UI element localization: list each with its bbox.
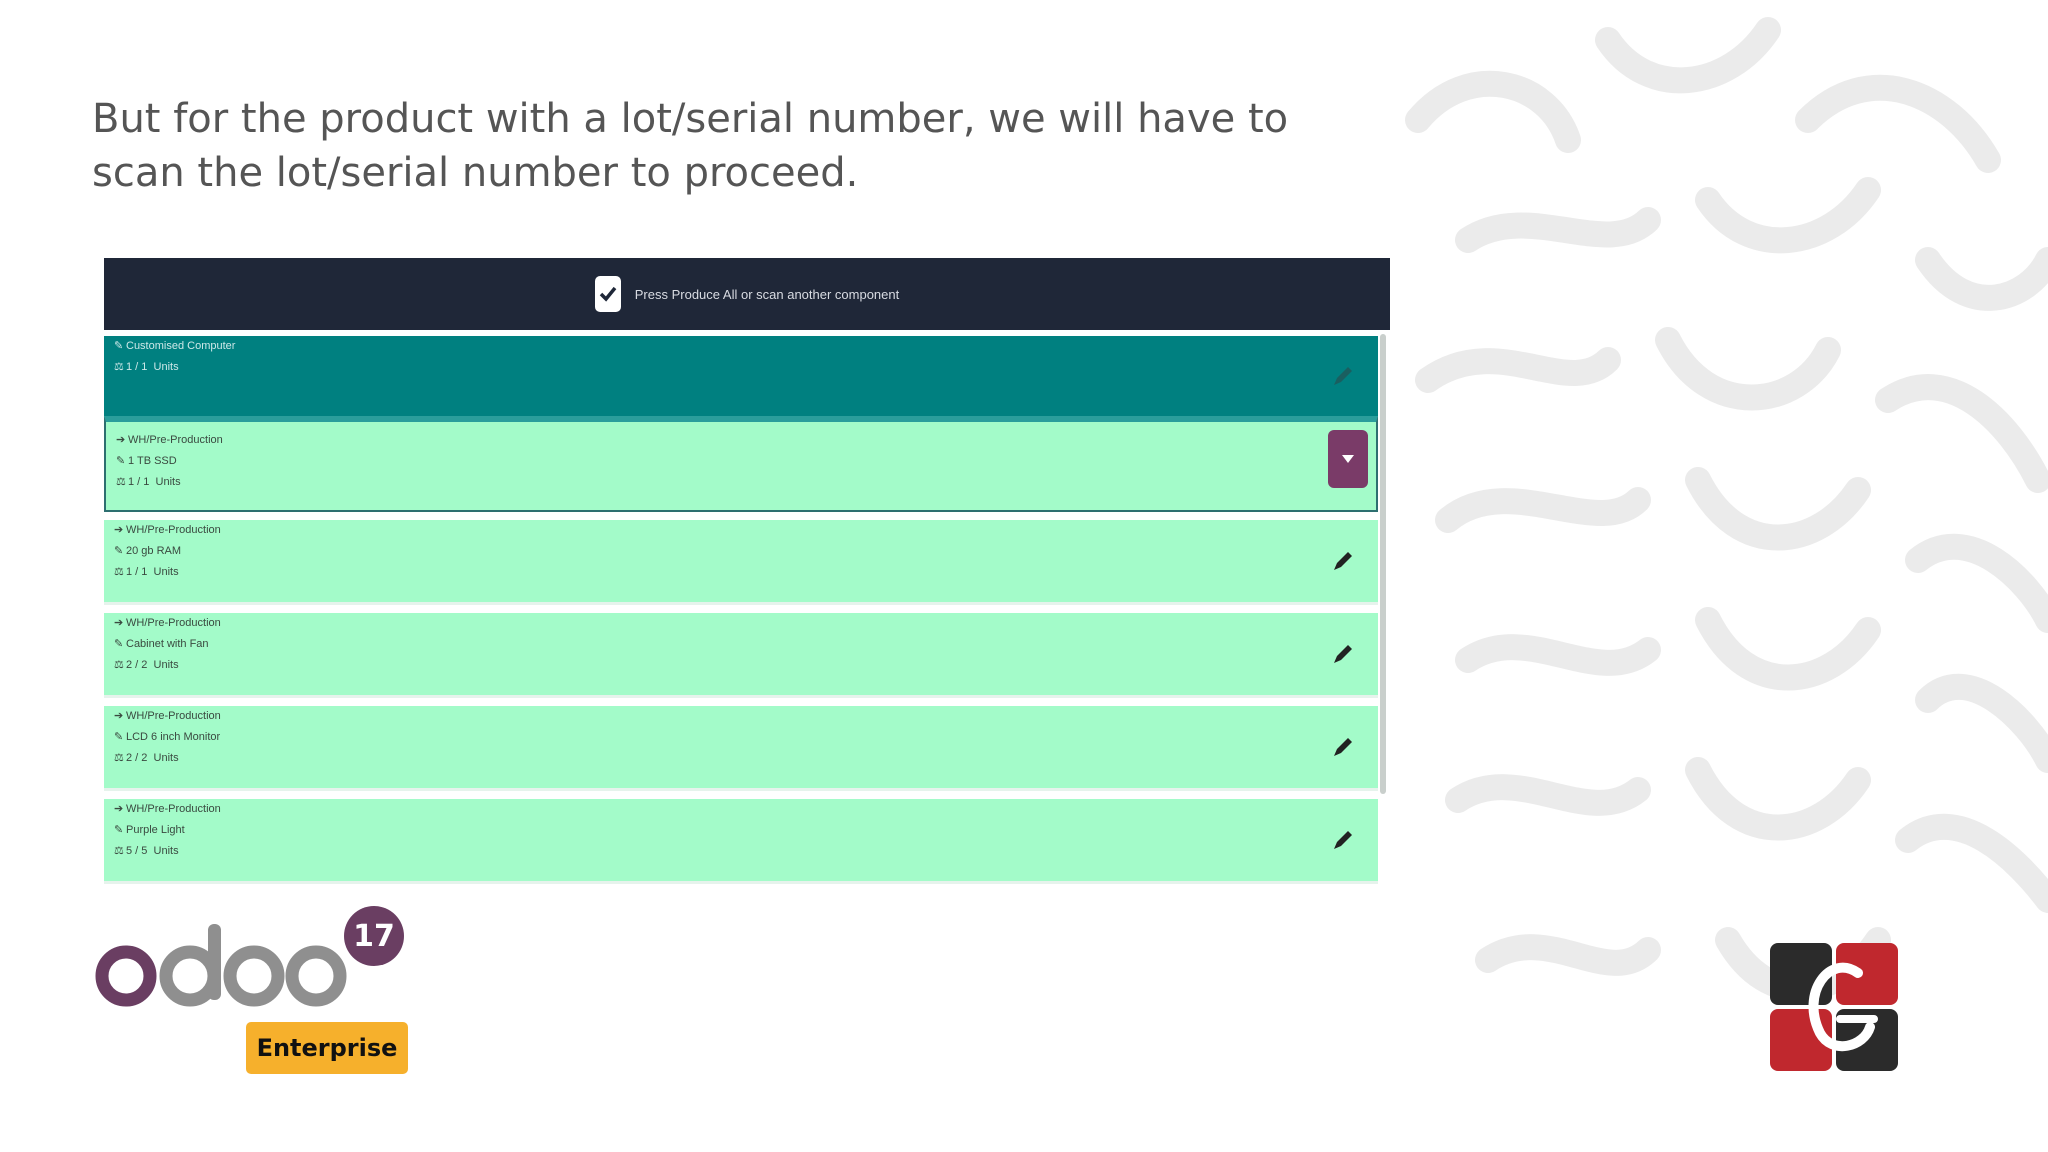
location-icon: ➔ <box>114 803 124 815</box>
quantity-icon: ⚖ <box>116 476 126 488</box>
pencil-icon[interactable] <box>1328 546 1358 576</box>
product-name: Customised Computer <box>126 340 236 352</box>
finished-product-row[interactable]: ✎ Customised Computer ⚖ 1 / 1 Units <box>104 336 1378 416</box>
component-row[interactable]: ➔ WH/Pre-Production ✎ Cabinet with Fan ⚖ 2 … <box>104 613 1378 698</box>
tag-icon: ✎ <box>114 824 124 836</box>
location-icon: ➔ <box>114 524 124 536</box>
component-row[interactable]: ➔ WH/Pre-Production ✎ Purple Light ⚖ 5 / 5 … <box>104 799 1378 884</box>
location-icon: ➔ <box>116 434 126 446</box>
tag-icon: ✎ <box>114 638 124 650</box>
location-icon: ➔ <box>114 710 124 722</box>
version-badge: 17 <box>344 906 404 966</box>
background-pattern <box>1405 17 2048 1002</box>
instruction-bar: Press Produce All or scan another compon… <box>104 258 1390 330</box>
pencil-icon[interactable] <box>1328 732 1358 762</box>
quantity-icon: ⚖ <box>114 361 124 373</box>
product-name: LCD 6 inch Monitor <box>126 731 221 743</box>
location: WH/Pre-Production <box>126 617 221 629</box>
instruction-text: Press Produce All or scan another compon… <box>634 286 900 302</box>
uom: Units <box>153 752 179 764</box>
product-name: Purple Light <box>126 824 185 836</box>
location: WH/Pre-Production <box>126 710 221 722</box>
quantity-icon: ⚖ <box>114 845 124 857</box>
tag-icon: ✎ <box>114 340 124 352</box>
company-logo <box>1770 943 1898 1071</box>
quantity-icon: ⚖ <box>114 659 124 671</box>
caret-down-icon <box>1342 455 1354 463</box>
pencil-icon[interactable] <box>1328 639 1358 669</box>
tag-icon: ✎ <box>114 731 124 743</box>
uom: Units <box>153 845 179 857</box>
edition-badge: Enterprise <box>246 1022 408 1074</box>
tag-icon: ✎ <box>116 455 126 467</box>
uom: Units <box>153 659 179 671</box>
quantity: 2 / 2 <box>126 752 148 764</box>
location: WH/Pre-Production <box>126 524 221 536</box>
slide-caption: But for the product with a lot/serial nu… <box>92 96 1289 196</box>
quantity: 1 / 1 <box>126 361 148 373</box>
component-list: ✎ Customised Computer ⚖ 1 / 1 Units ➔ WH/Pr… <box>104 330 1378 884</box>
product-name: 20 gb RAM <box>126 545 182 557</box>
component-row[interactable]: ➔ WH/Pre-Production ✎ 1 TB SSD ⚖ 1 / 1 Unit… <box>104 416 1378 512</box>
tag-icon: ✎ <box>114 545 124 557</box>
uom: Units <box>153 566 179 578</box>
odoo-logo: 17 Enterprise <box>94 900 414 1080</box>
pencil-icon[interactable] <box>1328 825 1358 855</box>
product-name: 1 TB SSD <box>128 455 177 467</box>
component-row[interactable]: ➔ WH/Pre-Production ✎ LCD 6 inch Monitor ⚖… <box>104 706 1378 791</box>
odoo-wordmark <box>95 924 347 1007</box>
quantity: 1 / 1 <box>126 566 148 578</box>
uom: Units <box>155 476 181 488</box>
quantity: 5 / 5 <box>126 845 148 857</box>
product-name: Cabinet with Fan <box>126 638 209 650</box>
component-row[interactable]: ➔ WH/Pre-Production ✎ 20 gb RAM ⚖ 1 / 1 Uni… <box>104 520 1378 605</box>
location: WH/Pre-Production <box>126 803 221 815</box>
location-icon: ➔ <box>114 617 124 629</box>
expand-dropdown-button[interactable] <box>1328 430 1368 488</box>
quantity: 2 / 2 <box>126 659 148 671</box>
quantity-icon: ⚖ <box>114 566 124 578</box>
quantity: 1 / 1 <box>128 476 150 488</box>
location: WH/Pre-Production <box>128 434 223 446</box>
uom: Units <box>153 361 179 373</box>
pencil-icon[interactable] <box>1328 361 1358 391</box>
screenshot-panel: Press Produce All or scan another compon… <box>104 258 1390 884</box>
checkbox-icon[interactable] <box>594 276 621 312</box>
quantity-icon: ⚖ <box>114 752 124 764</box>
scrollbar[interactable] <box>1380 334 1386 794</box>
